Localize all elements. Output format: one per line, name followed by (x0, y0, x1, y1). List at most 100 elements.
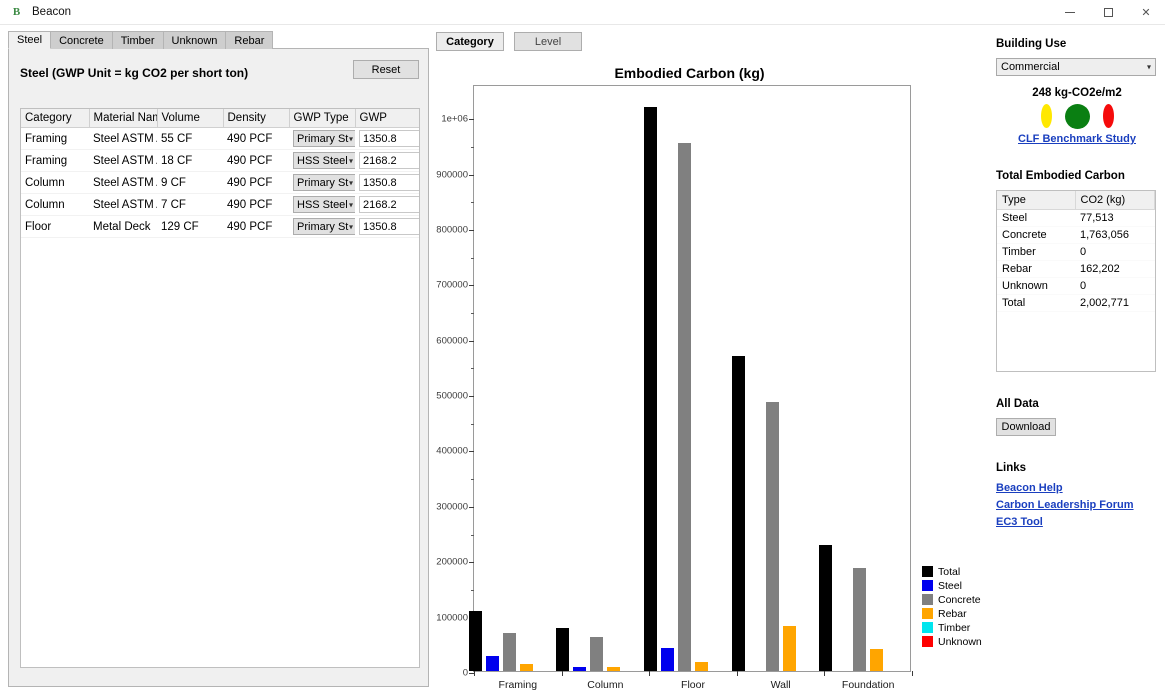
bar-foundation-total (819, 545, 832, 671)
link-carbon-leadership-forum[interactable]: Carbon Leadership Forum (996, 499, 1158, 511)
bar-wall-total (732, 356, 745, 671)
gwp-type-select[interactable]: HSS Steel▾ (293, 196, 355, 213)
table-row[interactable]: FramingSteel ASTM A955 CF490 PCFPrimary … (21, 128, 420, 150)
y-axis-tick (469, 285, 474, 286)
bar-framing-rebar (520, 664, 533, 671)
grid-column-header[interactable]: Volume (157, 109, 223, 128)
tec-co2-cell: 1,763,056 (1075, 227, 1155, 244)
total-embodied-carbon-table: TypeCO2 (kg) Steel77,513Concrete1,763,05… (997, 191, 1155, 312)
gwp-cell: 1350.8 (355, 172, 420, 194)
x-axis-tick (649, 671, 650, 676)
gwp-type-select[interactable]: Primary St▾ (293, 218, 355, 235)
gwp-input[interactable]: 2168.2 (359, 196, 420, 213)
gwp-type-cell: HSS Steel▾ (289, 150, 355, 172)
building-use-select[interactable]: Commercial ▾ (996, 58, 1156, 76)
tab-rebar[interactable]: Rebar (225, 31, 273, 49)
grid-column-header[interactable]: Density (223, 109, 289, 128)
tab-category[interactable]: Category (436, 32, 504, 51)
link-beacon-help[interactable]: Beacon Help (996, 482, 1158, 494)
tec-co2-cell: 0 (1075, 244, 1155, 261)
close-button[interactable]: ✕ (1127, 0, 1165, 25)
legend-label: Unknown (938, 636, 982, 648)
tab-concrete[interactable]: Concrete (50, 31, 113, 49)
y-axis-tick-label: 800000 (436, 224, 468, 235)
tab-label: Rebar (234, 35, 264, 47)
grid-column-header[interactable]: Material Name (89, 109, 157, 128)
bar-column-concrete (590, 637, 603, 671)
gwp-type-select[interactable]: Primary St▾ (293, 130, 355, 147)
reset-button[interactable]: Reset (353, 60, 419, 79)
y-axis-tick (469, 396, 474, 397)
legend-label: Timber (938, 622, 970, 634)
bar-column-steel (573, 667, 586, 671)
bar-wall-concrete (766, 402, 779, 671)
tab-steel[interactable]: Steel (8, 31, 51, 49)
table-row[interactable]: FloorMetal Deck129 CF490 PCFPrimary St▾1… (21, 216, 420, 238)
category-cell: Column (21, 172, 89, 194)
tab-unknown[interactable]: Unknown (163, 31, 227, 49)
tab-timber[interactable]: Timber (112, 31, 164, 49)
y-axis-tick-label: 0 (463, 668, 468, 679)
x-axis-tick (912, 671, 913, 676)
y-axis-tick-label: 400000 (436, 446, 468, 457)
tec-column-header: CO2 (kg) (1075, 191, 1155, 210)
table-row[interactable]: ColumnSteel ASTM A99 CF490 PCFPrimary St… (21, 172, 420, 194)
grid-column-header[interactable]: GWP Type (289, 109, 355, 128)
tec-type-cell: Total (997, 295, 1075, 312)
traffic-light-green-icon (1065, 104, 1090, 129)
material-name-cell: Metal Deck (89, 216, 157, 238)
benchmark-value: 248 kg-CO2e/m2 (996, 87, 1158, 99)
gwp-input[interactable]: 1350.8 (359, 130, 420, 147)
gwp-cell: 1350.8 (355, 128, 420, 150)
bar-foundation-rebar (870, 649, 883, 671)
minimize-button[interactable] (1051, 0, 1089, 25)
panel-heading: Steel (GWP Unit = kg CO2 per short ton) (20, 66, 248, 80)
link-ec3-tool[interactable]: EC3 Tool (996, 516, 1158, 528)
table-row: Steel77,513 (997, 210, 1155, 227)
y-axis-tick (469, 562, 474, 563)
grid-column-header[interactable]: Category (21, 109, 89, 128)
gwp-type-select[interactable]: HSS Steel▾ (293, 152, 355, 169)
gwp-input[interactable]: 1350.8 (359, 218, 420, 235)
table-row: Concrete1,763,056 (997, 227, 1155, 244)
tab-level[interactable]: Level (514, 32, 582, 51)
legend-item-timber: Timber (922, 621, 1022, 634)
x-axis-tick-label: Foundation (842, 679, 895, 691)
grid-column-header[interactable]: GWP (355, 109, 420, 128)
legend-label: Total (938, 566, 960, 578)
volume-cell: 129 CF (157, 216, 223, 238)
gwp-type-cell: Primary St▾ (289, 128, 355, 150)
gwp-type-select[interactable]: Primary St▾ (293, 174, 355, 191)
chevron-down-icon: ▾ (349, 156, 353, 165)
materials-grid-container[interactable]: CategoryMaterial NameVolumeDensityGWP Ty… (20, 108, 420, 668)
bar-framing-total (469, 611, 482, 671)
table-row[interactable]: FramingSteel ASTM A518 CF490 PCFHSS Stee… (21, 150, 420, 172)
bar-wall-rebar (783, 626, 796, 671)
tec-type-cell: Concrete (997, 227, 1075, 244)
gwp-input[interactable]: 2168.2 (359, 152, 420, 169)
material-name-cell: Steel ASTM A9 (89, 172, 157, 194)
tec-header-row: TypeCO2 (kg) (997, 191, 1155, 210)
download-button[interactable]: Download (996, 418, 1056, 436)
chevron-down-icon: ▾ (349, 200, 353, 209)
table-row[interactable]: ColumnSteel ASTM A57 CF490 PCFHSS Steel▾… (21, 194, 420, 216)
tab-page-steel: Steel (GWP Unit = kg CO2 per short ton) … (8, 48, 429, 687)
clf-benchmark-study-link[interactable]: CLF Benchmark Study (996, 133, 1158, 145)
tec-column-header: Type (997, 191, 1075, 210)
y-axis-tick-label: 900000 (436, 169, 468, 180)
legend-label: Rebar (938, 608, 967, 620)
y-axis-tick-label: 100000 (436, 612, 468, 623)
tec-type-cell: Rebar (997, 261, 1075, 278)
gwp-value: 1350.8 (363, 221, 397, 233)
maximize-button[interactable] (1089, 0, 1127, 25)
legend-label: Concrete (938, 594, 981, 606)
tec-co2-cell: 2,002,771 (1075, 295, 1155, 312)
legend-item-concrete: Concrete (922, 593, 1022, 606)
gwp-input[interactable]: 1350.8 (359, 174, 420, 191)
chevron-down-icon: ▾ (349, 134, 353, 143)
grid-header-row[interactable]: CategoryMaterial NameVolumeDensityGWP Ty… (21, 109, 420, 128)
density-cell: 490 PCF (223, 128, 289, 150)
benchmark-traffic-light (996, 103, 1158, 129)
bar-chart-plot-area: 0100000200000300000400000500000600000700… (473, 85, 911, 672)
gwp-value: 2168.2 (363, 199, 397, 211)
